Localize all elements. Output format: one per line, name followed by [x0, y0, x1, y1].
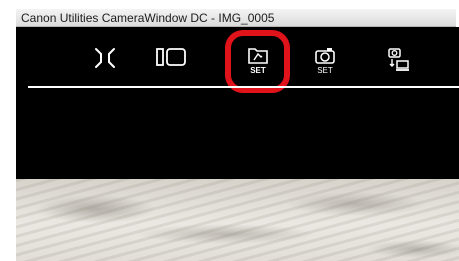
window-title: Canon Utilities CameraWindow DC - IMG_00…: [21, 11, 275, 25]
toolbar: SET SET: [16, 27, 459, 179]
camera-set-icon: SET: [311, 45, 339, 75]
camera-set-label: SET: [317, 66, 333, 75]
window-title-bar[interactable]: Canon Utilities CameraWindow DC - IMG_00…: [16, 9, 456, 27]
highlight-ring: [225, 30, 290, 93]
panel-layout-icon: [155, 45, 187, 69]
image-preview: [16, 179, 459, 261]
fullscreen-button[interactable]: [92, 45, 118, 75]
camera-transfer-icon: [386, 45, 412, 75]
panel-layout-button[interactable]: [155, 45, 187, 75]
camera-set-button[interactable]: SET: [311, 45, 339, 75]
fullscreen-icon: [92, 45, 118, 71]
camera-transfer-button[interactable]: [386, 45, 412, 75]
toolbar-divider: [28, 86, 459, 88]
